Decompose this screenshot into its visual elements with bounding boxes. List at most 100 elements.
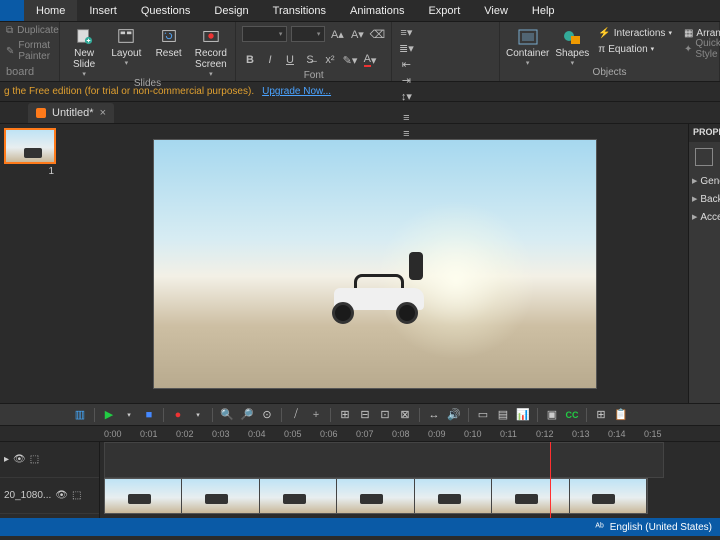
document-tab[interactable]: Untitled* × (28, 103, 114, 123)
record-dd-button[interactable]: ▾ (190, 407, 206, 423)
grow-font-button[interactable]: A▴ (329, 26, 345, 42)
volume-button[interactable]: 🔊 (446, 407, 462, 423)
split-button[interactable]: ⧸ (288, 407, 304, 423)
menu-tab-home[interactable]: Home (24, 0, 77, 21)
menu-tab-design[interactable]: Design (202, 0, 260, 21)
format-painter-button[interactable]: ✎Format Painter (6, 40, 53, 62)
language-status[interactable]: English (United States) (610, 522, 712, 533)
equation-icon: π (598, 44, 605, 55)
tool-h[interactable]: 📊 (515, 407, 531, 423)
shapes-icon (561, 26, 583, 48)
tool-i[interactable]: ▣ (544, 407, 560, 423)
superscript-button[interactable]: x² (322, 52, 338, 68)
cc-button[interactable]: CC (564, 407, 580, 423)
slide-number: 1 (4, 166, 58, 177)
lock-icon[interactable]: ⬚ (30, 454, 39, 465)
timeline-tracks[interactable] (100, 442, 720, 518)
tool-f[interactable]: ▭ (475, 407, 491, 423)
zoom-fit-button[interactable]: ⊙ (259, 407, 275, 423)
layout-button[interactable]: Layout▾ (108, 24, 144, 67)
outdent-button[interactable]: ⇤ (398, 56, 414, 72)
menu-tab-insert[interactable]: Insert (77, 0, 129, 21)
line-spacing-button[interactable]: ↕▾ (398, 88, 414, 104)
indent-button[interactable]: ⇥ (398, 72, 414, 88)
status-bar: ᴬᵇ English (United States) (0, 518, 720, 536)
tool-j[interactable]: ⊞ (593, 407, 609, 423)
tool-a[interactable]: ⊞ (337, 407, 353, 423)
play-dd-button[interactable]: ▾ (121, 407, 137, 423)
expand-icon[interactable]: ▸ (4, 454, 9, 465)
stop-button[interactable]: ■ (141, 407, 157, 423)
tool-e[interactable]: ↔ (426, 407, 442, 423)
duplicate-button[interactable]: ⧉Duplicate (6, 25, 53, 36)
record-screen-button[interactable]: Record Screen▾ (193, 24, 229, 78)
section-general[interactable]: ▶Gene (689, 172, 720, 190)
tool-c[interactable]: ⊡ (377, 407, 393, 423)
tool-g[interactable]: ▤ (495, 407, 511, 423)
close-tab-button[interactable]: × (100, 107, 106, 119)
video-clip[interactable] (104, 478, 648, 514)
highlight-button[interactable]: ✎▾ (342, 52, 358, 68)
slide[interactable] (153, 139, 597, 389)
timeline-toolbar: ▥ ▶ ▾ ■ ● ▾ 🔍 🔎 ⊙ ⧸ ⧾ ⊞ ⊟ ⊡ ⊠ ↔ 🔊 ▭ ▤ 📊 … (0, 404, 720, 426)
interactions-button[interactable]: ⚡Interactions▾ (595, 26, 675, 40)
menu-tab-export[interactable]: Export (416, 0, 472, 21)
zoom-out-button[interactable]: 🔎 (239, 407, 255, 423)
font-family-combo[interactable]: ▾ (242, 26, 287, 42)
font-label: Font (242, 70, 385, 81)
reset-icon (159, 26, 179, 46)
track-header-video[interactable]: 20_1080... 👁 ⬚ (0, 478, 99, 514)
record-button[interactable]: ● (170, 407, 186, 423)
container-button[interactable]: Container▾ (506, 24, 549, 67)
menu-tab-help[interactable]: Help (520, 0, 567, 21)
section-background[interactable]: ▶Backg (689, 190, 720, 208)
spellcheck-icon[interactable]: ᴬᵇ (595, 522, 603, 533)
fill-swatch[interactable] (695, 148, 713, 166)
tool-b[interactable]: ⊟ (357, 407, 373, 423)
quick-style-button[interactable]: ✦Quick Style▾ (681, 42, 720, 56)
menu-tab-transitions[interactable]: Transitions (261, 0, 338, 21)
playhead[interactable] (550, 442, 551, 518)
play-button[interactable]: ▶ (101, 407, 117, 423)
canvas[interactable] (62, 124, 688, 403)
timeline-track-headers: ▸ 👁 ⬚ 20_1080... 👁 ⬚ (0, 442, 100, 518)
equation-button[interactable]: πEquation▾ (595, 42, 675, 56)
doc-title: Untitled* (52, 107, 94, 119)
menu-tab-animations[interactable]: Animations (338, 0, 416, 21)
section-accessibility[interactable]: ▶Acces (689, 208, 720, 226)
menu-tab-questions[interactable]: Questions (129, 0, 203, 21)
font-color-button[interactable]: A▾ (362, 52, 378, 68)
record-icon (201, 26, 221, 46)
slide-image-car (324, 270, 444, 325)
italic-button[interactable]: I (262, 52, 278, 68)
new-slide-button[interactable]: New Slide▾ (66, 24, 102, 78)
snap-button[interactable]: ▥ (72, 407, 88, 423)
eye-icon[interactable]: 👁 (13, 454, 26, 465)
tool-k[interactable]: 📋 (613, 407, 629, 423)
slide-thumbnail-1[interactable] (4, 128, 56, 164)
underline-button[interactable]: U (282, 52, 298, 68)
font-size-combo[interactable]: ▾ (291, 26, 325, 42)
join-button[interactable]: ⧾ (308, 407, 324, 423)
upgrade-link[interactable]: Upgrade Now... (262, 86, 331, 97)
properties-panel: PROPERTI ▶Gene ▶Backg ▶Acces (688, 124, 720, 403)
clear-format-button[interactable]: ⌫ (369, 26, 385, 42)
strike-button[interactable]: S̶ (302, 52, 318, 68)
timeline-ruler[interactable]: 0:00 0:01 0:02 0:03 0:04 0:05 0:06 0:07 … (0, 426, 720, 442)
timeline-header-row: ▸ 👁 ⬚ (0, 442, 99, 478)
lock-icon[interactable]: ⬚ (72, 490, 81, 501)
menu-tab-view[interactable]: View (472, 0, 520, 21)
bullets-button[interactable]: ≡▾ (398, 24, 414, 40)
shrink-font-button[interactable]: A▾ (349, 26, 365, 42)
shapes-button[interactable]: Shapes▾ (555, 24, 589, 67)
numbering-button[interactable]: ≣▾ (398, 40, 414, 56)
zoom-in-button[interactable]: 🔍 (219, 407, 235, 423)
menu-bar: Home Insert Questions Design Transitions… (0, 0, 720, 22)
empty-track[interactable] (104, 442, 664, 478)
ribbon-group-paragraph: ≡▾ ≣▾ ⇤ ⇥ ↕▾ ≡ ≡ ≡ ≣ ▥▾ ⟳▾ Paragraph (392, 22, 500, 81)
eye-icon[interactable]: 👁 (55, 490, 68, 501)
reset-button[interactable]: Reset (151, 24, 187, 59)
tool-d[interactable]: ⊠ (397, 407, 413, 423)
bold-button[interactable]: B (242, 52, 258, 68)
menu-tab-file[interactable] (0, 0, 24, 21)
